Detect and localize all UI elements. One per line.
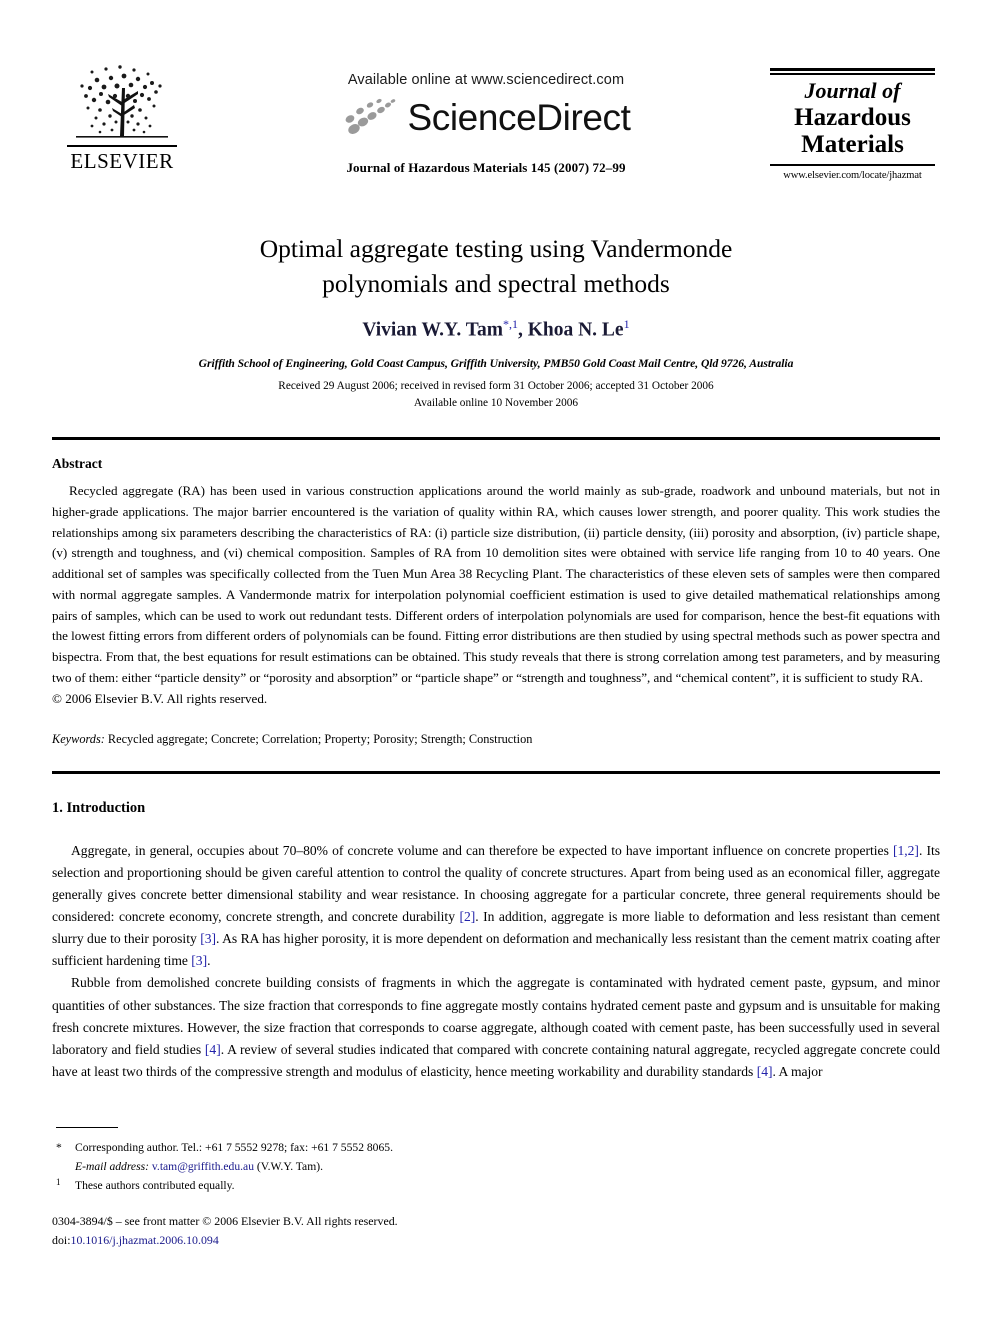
journal-url: www.elsevier.com/locate/jhazmat [783, 169, 922, 181]
abstract-section: Abstract Recycled aggregate (RA) has bee… [52, 456, 940, 747]
elsevier-logo: ELSEVIER [62, 58, 182, 174]
citation-2[interactable]: [2] [459, 909, 475, 924]
footnote-equal-text: These authors contributed equally. [75, 1178, 235, 1192]
footnote-corresponding-author: * Corresponding author. Tel.: +61 7 5552… [52, 1139, 612, 1158]
title-line-1: Optimal aggregate testing using Vandermo… [259, 234, 733, 263]
author-1-marks[interactable]: *,1 [503, 317, 518, 331]
sciencedirect-logo: ScienceDirect [246, 96, 726, 138]
elsevier-tree-icon [76, 65, 168, 138]
journal-citation-line: Journal of Hazardous Materials 145 (2007… [346, 160, 626, 175]
citation-4b[interactable]: [4] [757, 1064, 773, 1079]
journal-logo-rule-bottom [770, 163, 935, 166]
citation-1-2[interactable]: [1,2] [893, 843, 919, 858]
sciencedirect-wordmark: ScienceDirect [407, 96, 631, 138]
affiliation: Griffith School of Engineering, Gold Coa… [198, 356, 794, 370]
publication-dates: Received 29 August 2006; received in rev… [96, 378, 896, 412]
keywords-value: Recycled aggregate; Concrete; Correlatio… [107, 732, 533, 747]
doi-label: doi: [52, 1233, 71, 1248]
abstract-bottom-divider [52, 771, 940, 774]
abstract-text: Recycled aggregate (RA) has been used in… [52, 483, 941, 685]
footnote-email: E-mail address: v.tam@griffith.edu.au (V… [52, 1158, 612, 1177]
available-online-date: Available online 10 November 2006 [413, 396, 579, 409]
imprint-block: 0304-3894/$ – see front matter © 2006 El… [52, 1212, 398, 1251]
elsevier-wordmark: ELSEVIER [70, 149, 174, 173]
available-online-text: Available online at www.sciencedirect.co… [347, 72, 625, 88]
abstract-copyright: © 2006 Elsevier B.V. All rights reserved… [52, 690, 268, 706]
issn-line: 0304-3894/$ – see front matter © 2006 El… [52, 1214, 398, 1228]
email-link[interactable]: v.tam@griffith.edu.au [152, 1160, 254, 1173]
footnote-corresponding-text: Corresponding author. Tel.: +61 7 5552 9… [75, 1141, 393, 1154]
abstract-heading: Abstract [52, 456, 103, 471]
paragraph-1: Aggregate, in general, occupies about 70… [52, 840, 940, 972]
journal-logo-rule-top [770, 68, 935, 71]
email-suffix: (V.W.Y. Tam). [256, 1159, 323, 1173]
author-list: Vivian W.Y. Tam*,1, Khoa N. Le1 [96, 317, 896, 342]
author-2-marks[interactable]: 1 [624, 317, 630, 331]
journal-logo-rule-top2 [770, 73, 935, 75]
masthead: ELSEVIER Available online at www.science… [0, 0, 992, 205]
received-line: Received 29 August 2006; received in rev… [278, 379, 714, 392]
journal-logo-line3: Materials [801, 131, 904, 159]
citation-4a[interactable]: [4] [205, 1042, 221, 1057]
title-block: Optimal aggregate testing using Vandermo… [96, 232, 896, 412]
author-separator: , [517, 319, 528, 341]
sciencedirect-block: Available online at www.sciencedirect.co… [246, 72, 726, 176]
citation-3a[interactable]: [3] [200, 931, 216, 946]
author-1-name: Vivian W.Y. Tam [362, 319, 503, 341]
footnote-divider [56, 1127, 118, 1129]
author-2-name: Khoa N. Le [527, 319, 624, 341]
paragraph-2: Rubble from demolished concrete building… [52, 972, 940, 1082]
body-content: Aggregate, in general, occupies about 70… [52, 840, 940, 1083]
doi-link[interactable]: 10.1016/j.jhazmat.2006.10.094 [71, 1233, 219, 1247]
title-line-2: polynomials and spectral methods [322, 268, 670, 298]
article-page: ELSEVIER Available online at www.science… [0, 0, 992, 1323]
sciencedirect-swoosh-icon [346, 98, 396, 134]
email-label: E-mail address: [75, 1159, 149, 1173]
keywords-line: Keywords: Recycled aggregate; Concrete; … [52, 732, 940, 747]
journal-logo-line2: Hazardous [794, 103, 911, 131]
par1-text-e: . [207, 953, 211, 969]
journal-logo-line1: Journal of [804, 78, 901, 103]
section-heading-introduction: 1. Introduction [52, 800, 146, 816]
footnotes-block: * Corresponding author. Tel.: +61 7 5552… [52, 1139, 612, 1195]
par2-text-c: . A major [772, 1063, 823, 1079]
footnote-equal-contribution: 1 These authors contributed equally. [52, 1177, 612, 1196]
page-title: Optimal aggregate testing using Vandermo… [96, 232, 896, 301]
journal-logo: Journal of Hazardous Materials www.elsev… [770, 68, 935, 181]
par1-text-a: Aggregate, in general, occupies about 70… [71, 843, 893, 858]
abstract-top-divider [52, 437, 940, 440]
footnote-marker-asterisk: * [56, 1141, 62, 1154]
doi-line: doi:10.1016/j.jhazmat.2006.10.094 [52, 1231, 398, 1250]
citation-3b[interactable]: [3] [191, 953, 207, 968]
footnote-marker-one: 1 [56, 1176, 61, 1187]
elsevier-logo-divider [67, 145, 177, 147]
keywords-label: Keywords: [52, 732, 105, 747]
